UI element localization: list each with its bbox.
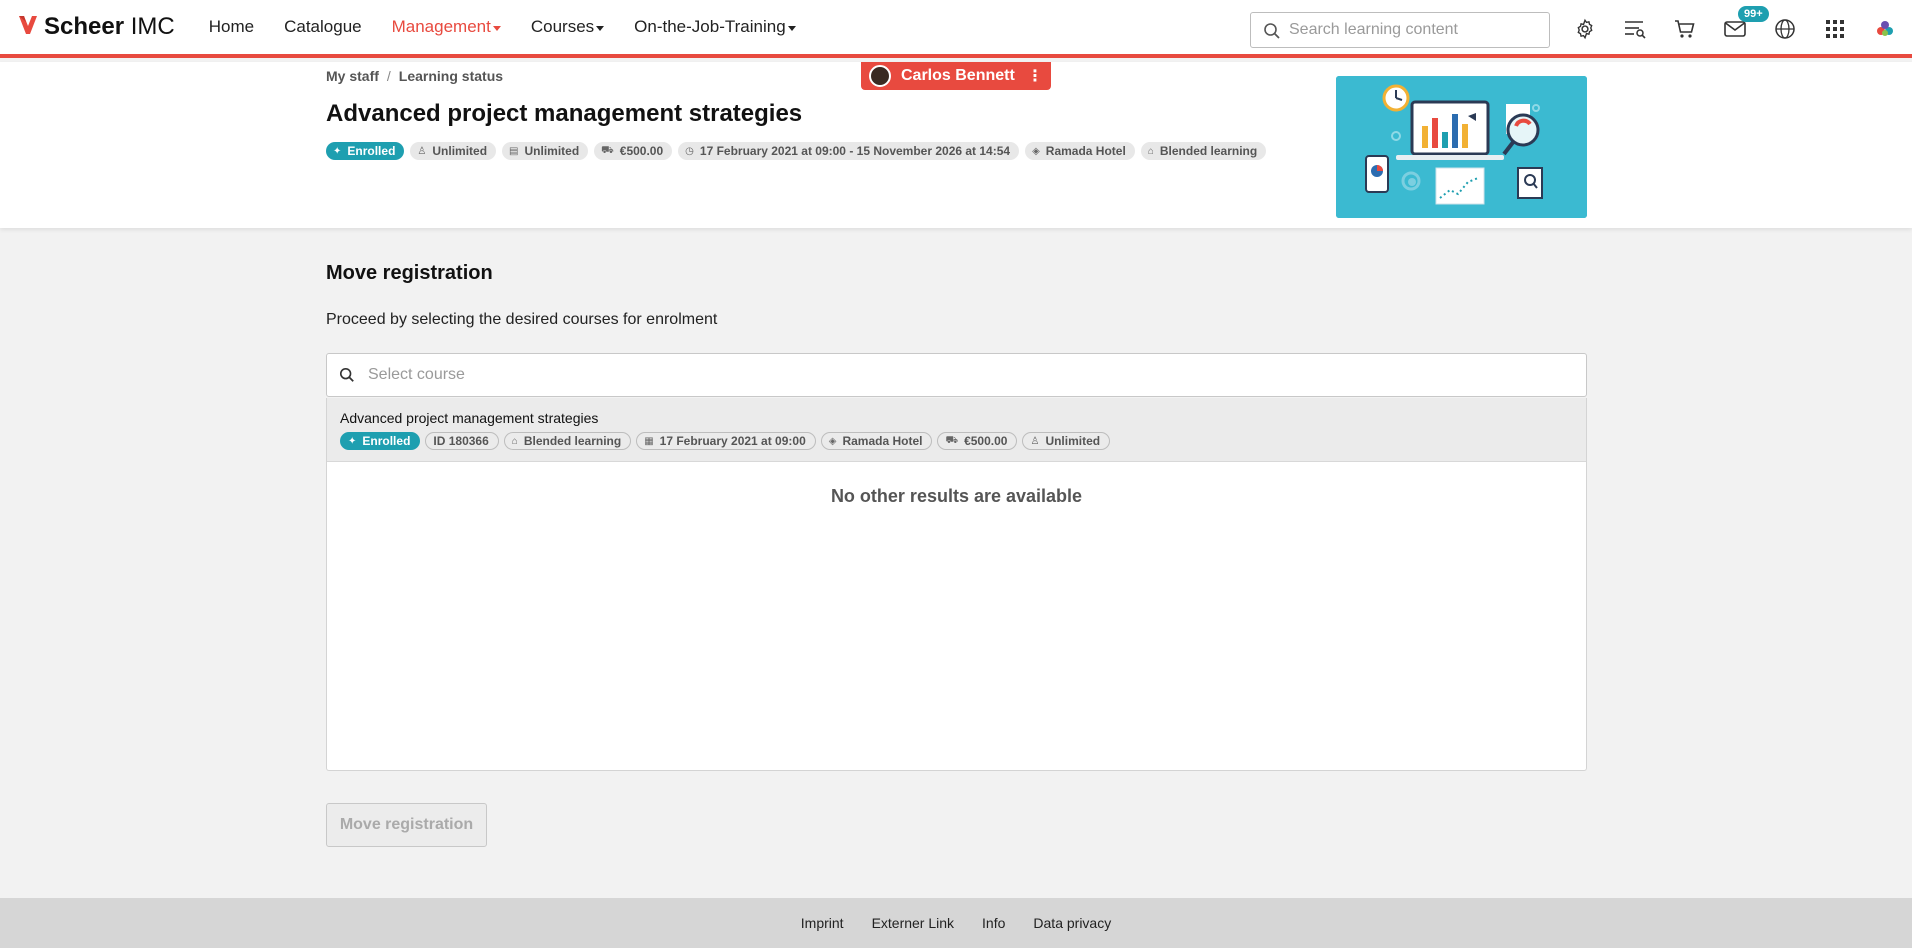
search-icon — [339, 367, 355, 388]
breadcrumb-my-staff[interactable]: My staff — [326, 68, 379, 84]
footer-link-imprint[interactable]: Imprint — [801, 915, 844, 931]
enrolled-icon: ✦ — [333, 145, 342, 157]
section-subtitle: Proceed by selecting the desired courses… — [326, 311, 718, 328]
course-tags: ✦ Enrolled ♙ Unlimited ▤ Unlimited ⛟ €500.00… — [326, 142, 1272, 160]
course-search-input[interactable] — [368, 366, 1568, 384]
apps-grid-icon[interactable] — [1820, 14, 1850, 44]
nav-item-management[interactable]: Management — [392, 17, 501, 37]
mail-icon[interactable]: 99+ — [1720, 6, 1769, 44]
enrolled-icon: ✦ — [348, 435, 357, 447]
global-search — [1250, 12, 1550, 48]
course-type-icon: ⌂ — [511, 435, 518, 447]
result-tags: ✦ Enrolled ID 180366 ⌂ Blended learning ▦ 1… — [340, 432, 1115, 450]
course-search — [326, 353, 1587, 397]
chevron-down-icon — [596, 25, 605, 31]
gear-icon[interactable] — [1570, 14, 1600, 44]
nav-item-on-the-job-training[interactable]: On-the-Job-Training — [634, 17, 796, 37]
course-type-icon: ⌂ — [1147, 145, 1154, 157]
price-tag: ⛟ €500.00 — [594, 142, 673, 160]
price-tag: ⛟ €500.00 — [937, 432, 1018, 450]
breadcrumb: My staff / Learning status — [326, 68, 503, 84]
waitlist-tag: ▤ Unlimited — [502, 142, 589, 160]
course-type-tag: ⌂ Blended learning — [503, 432, 632, 450]
breadcrumb-separator: / — [386, 68, 391, 84]
date-tag: ▦ 17 February 2021 at 09:00 — [636, 432, 816, 450]
course-type-tag: ⌂ Blended learning — [1140, 142, 1267, 160]
location-tag: ◈ Ramada Hotel — [820, 432, 933, 450]
seat-icon: ♙ — [417, 145, 427, 157]
location-tag: ◈ Ramada Hotel — [1025, 142, 1135, 160]
course-results: Advanced project management strategies ✦… — [326, 398, 1587, 771]
status-badge: ✦ Enrolled — [326, 142, 405, 160]
cart-icon: ⛟ — [945, 434, 959, 446]
more-options-icon[interactable]: ⋮ — [1027, 66, 1043, 86]
cart-icon[interactable] — [1670, 14, 1700, 44]
list-item[interactable]: Advanced project management strategies ✦… — [327, 398, 1586, 462]
toolbar: 99+ — [1570, 6, 1912, 44]
logo[interactable]: Scheer IMC — [18, 0, 175, 56]
section-title: Move registration — [326, 262, 493, 284]
location-icon: ◈ — [828, 435, 837, 447]
seats-tag: ♙ Unlimited — [1022, 432, 1111, 450]
location-icon: ◈ — [1032, 145, 1040, 157]
global-search-input[interactable] — [1289, 21, 1539, 39]
clock-icon: ◷ — [685, 145, 694, 157]
breadcrumb-learning-status[interactable]: Learning status — [399, 68, 503, 84]
date-range-tag: ◷ 17 February 2021 at 09:00 - 15 November… — [678, 142, 1020, 160]
footer-link-external[interactable]: Externer Link — [872, 915, 954, 931]
id-tag: ID 180366 — [425, 432, 499, 450]
course-header: My staff / Learning status Carlos Bennet… — [0, 62, 1912, 228]
notification-badge: 99+ — [1738, 6, 1769, 22]
logo-text: Scheer IMC — [44, 13, 175, 40]
seats-tag: ♙ Unlimited — [410, 142, 497, 160]
chevron-down-icon — [492, 25, 501, 31]
chevron-down-icon — [787, 25, 796, 31]
calendar-icon: ▦ — [644, 435, 654, 447]
result-title: Advanced project management strategies — [340, 410, 599, 426]
footer: Imprint Externer Link Info Data privacy — [0, 898, 1912, 948]
search-icon — [1263, 22, 1281, 45]
footer-link-data-privacy[interactable]: Data privacy — [1033, 915, 1111, 931]
brand-logo-icon[interactable] — [1870, 14, 1900, 44]
avatar — [869, 65, 891, 87]
nav-item-catalogue[interactable]: Catalogue — [284, 17, 362, 37]
globe-icon[interactable] — [1770, 14, 1800, 44]
main-nav: Home Catalogue Management Courses On-the… — [209, 0, 826, 56]
nav-item-courses[interactable]: Courses — [531, 17, 605, 37]
waitlist-icon: ▤ — [509, 145, 519, 157]
move-registration-button[interactable]: Move registration — [326, 803, 487, 847]
page-title: Advanced project management strategies — [326, 100, 803, 127]
user-name: Carlos Bennett — [901, 67, 1015, 84]
footer-link-info[interactable]: Info — [982, 915, 1005, 931]
seat-icon: ♙ — [1030, 435, 1040, 447]
impersonated-user-bar[interactable]: Carlos Bennett ⋮ — [861, 62, 1051, 90]
nav-item-home[interactable]: Home — [209, 17, 254, 37]
cart-icon: ⛟ — [601, 144, 614, 156]
status-badge: ✦ Enrolled — [340, 432, 421, 450]
no-results-message: No other results are available — [830, 486, 1083, 506]
course-image — [1336, 76, 1587, 218]
logo-mark-icon — [18, 12, 38, 43]
top-navigation-bar: Scheer IMC Home Catalogue Management Cou… — [0, 0, 1912, 58]
playlist-search-icon[interactable] — [1620, 14, 1650, 44]
